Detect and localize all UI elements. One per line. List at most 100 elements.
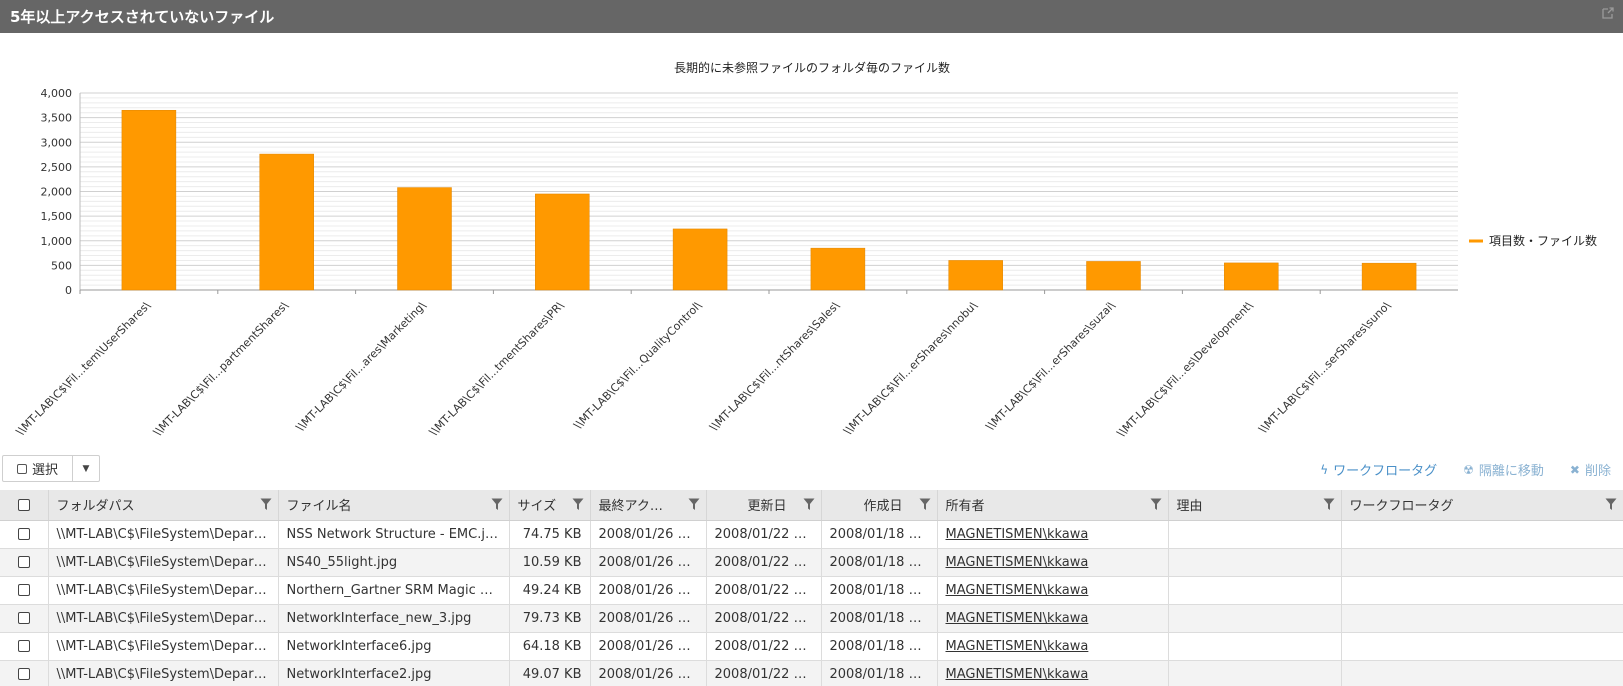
bar[interactable] — [1361, 262, 1417, 291]
filter-icon[interactable] — [572, 498, 584, 511]
header-created[interactable]: 作成日 — [821, 490, 938, 521]
cell-workflow-tag — [1341, 520, 1623, 549]
cell-reason — [1168, 604, 1342, 633]
filter-icon[interactable] — [1150, 498, 1162, 511]
export-icon[interactable] — [1601, 6, 1615, 20]
table-row[interactable]: \\MT-LAB\C$\FileSystem\Departme... NS40_5… — [0, 548, 1623, 577]
cell-last-access: 2008/01/26 15:50 — [590, 548, 707, 577]
cell-workflow-tag — [1341, 576, 1623, 605]
file-table: フォルダパス ファイル名 サイズ 最終アク… 更新日 作成日 所有者 理由 ワー… — [0, 490, 1623, 686]
cell-size: 74.75 KB — [509, 520, 591, 549]
y-tick-label: 4,000 — [41, 87, 73, 100]
cell-reason — [1168, 548, 1342, 577]
select-dropdown[interactable]: ▼ — [73, 456, 99, 481]
header-reason[interactable]: 理由 — [1168, 490, 1342, 521]
row-checkbox[interactable] — [0, 660, 49, 686]
x-tick-label: \\MT-LAB\C$\Fil...ares\Marketing\ — [294, 299, 429, 434]
bar[interactable] — [672, 228, 728, 291]
owner-link[interactable]: MAGNETISMEN\kkawa — [946, 527, 1089, 542]
row-checkbox[interactable] — [0, 520, 49, 549]
checkbox-icon — [17, 640, 30, 652]
bar[interactable] — [810, 247, 866, 291]
bar[interactable] — [1224, 262, 1279, 291]
cell-owner: MAGNETISMEN\kkawa — [937, 548, 1169, 577]
owner-link[interactable]: MAGNETISMEN\kkawa — [946, 611, 1089, 626]
cell-size: 10.59 KB — [509, 548, 591, 577]
lightning-icon: ϟ — [1320, 462, 1329, 477]
row-checkbox[interactable] — [0, 548, 49, 577]
bar[interactable] — [948, 260, 1003, 291]
cell-modified: 2008/01/22 18:38 — [706, 660, 822, 686]
checkbox-icon — [17, 498, 30, 511]
cell-reason — [1168, 520, 1342, 549]
x-tick-label: \\MT-LAB\C$\Fil...ntShares\Sales\ — [707, 299, 842, 434]
chart-title: 長期的に未参照ファイルのフォルダ毎のファイル数 — [674, 60, 950, 75]
cell-folder-path: \\MT-LAB\C$\FileSystem\Departme... — [48, 520, 279, 549]
header-modified[interactable]: 更新日 — [706, 490, 822, 521]
owner-link[interactable]: MAGNETISMEN\kkawa — [946, 667, 1089, 682]
cell-modified: 2008/01/22 18:38 — [706, 548, 822, 577]
cell-workflow-tag — [1341, 660, 1623, 686]
table-row[interactable]: \\MT-LAB\C$\FileSystem\Departme... Networ… — [0, 660, 1623, 686]
header-owner[interactable]: 所有者 — [937, 490, 1169, 521]
checkbox-icon — [17, 528, 30, 540]
header-folder-path[interactable]: フォルダパス — [48, 490, 279, 521]
cell-created: 2008/01/18 21:21 — [821, 632, 938, 661]
filter-icon[interactable] — [1605, 498, 1617, 511]
checkbox-icon — [17, 584, 30, 596]
cell-file-name: NetworkInterface6.jpg — [278, 632, 510, 661]
y-tick-label: 0 — [65, 284, 72, 297]
panel-header: 5年以上アクセスされていないファイル — [0, 0, 1623, 33]
cell-folder-path: \\MT-LAB\C$\FileSystem\Departme... — [48, 548, 279, 577]
workflow-tag-label: ワークフロータグ — [1333, 464, 1438, 479]
owner-link[interactable]: MAGNETISMEN\kkawa — [946, 583, 1089, 598]
x-tick-label: \\MT-LAB\C$\Fil...erShares\suzai\ — [983, 299, 1117, 433]
y-tick-label: 3,500 — [41, 112, 73, 125]
table-row[interactable]: \\MT-LAB\C$\FileSystem\Departme... Northe… — [0, 576, 1623, 605]
bar[interactable] — [259, 153, 314, 291]
filter-icon[interactable] — [1323, 498, 1335, 511]
select-button[interactable]: 選択 ▼ — [2, 455, 100, 482]
header-last-access[interactable]: 最終アク… — [590, 490, 707, 521]
header-size[interactable]: サイズ — [509, 490, 591, 521]
table-row[interactable]: \\MT-LAB\C$\FileSystem\Departme... Networ… — [0, 604, 1623, 633]
filter-icon[interactable] — [491, 498, 503, 511]
select-main[interactable]: 選択 — [3, 456, 73, 481]
filter-icon[interactable] — [260, 498, 272, 511]
row-checkbox[interactable] — [0, 632, 49, 661]
filter-icon[interactable] — [803, 498, 815, 511]
bar[interactable] — [121, 109, 177, 291]
filter-icon[interactable] — [919, 498, 931, 511]
x-tick-label: \\MT-LAB\C$\Fil...partmentShares\ — [151, 299, 291, 439]
cell-reason — [1168, 660, 1342, 686]
select-all-checkbox[interactable] — [0, 490, 49, 521]
cell-size: 64.18 KB — [509, 632, 591, 661]
x-tick-label: \\MT-LAB\C$\Fil...erShares\nnobu\ — [841, 299, 980, 438]
row-checkbox[interactable] — [0, 604, 49, 633]
cell-workflow-tag — [1341, 604, 1623, 633]
cell-owner: MAGNETISMEN\kkawa — [937, 632, 1169, 661]
bar[interactable] — [1086, 261, 1141, 291]
table-row[interactable]: \\MT-LAB\C$\FileSystem\Departme... NSS Ne… — [0, 520, 1623, 549]
cell-file-name: NetworkInterface_new_3.jpg — [278, 604, 510, 633]
cell-modified: 2008/01/22 18:38 — [706, 520, 822, 549]
cell-last-access: 2008/01/26 15:50 — [590, 632, 707, 661]
bar[interactable] — [535, 193, 590, 291]
header-workflow-tag[interactable]: ワークフロータグ — [1341, 490, 1623, 521]
x-tick-label: \\MT-LAB\C$\Fil...QualityControl\ — [571, 299, 704, 432]
y-tick-label: 2,000 — [41, 186, 73, 199]
workflow-tag-button[interactable]: ϟ ワークフロータグ — [1320, 460, 1438, 480]
header-file-name[interactable]: ファイル名 — [278, 490, 510, 521]
owner-link[interactable]: MAGNETISMEN\kkawa — [946, 555, 1089, 570]
filter-icon[interactable] — [688, 498, 700, 511]
x-tick-label: \\MT-LAB\C$\Fil...tmentShares\PR\ — [427, 299, 567, 439]
legend-label[interactable]: 項目数・ファイル数 — [1489, 233, 1597, 248]
cell-folder-path: \\MT-LAB\C$\FileSystem\Departme... — [48, 632, 279, 661]
y-tick-label: 3,000 — [41, 136, 73, 149]
owner-link[interactable]: MAGNETISMEN\kkawa — [946, 639, 1089, 654]
row-checkbox[interactable] — [0, 576, 49, 605]
delete-button[interactable]: ✖ 削除 — [1570, 460, 1611, 480]
bar[interactable] — [397, 187, 452, 291]
quarantine-button[interactable]: ☢ 隔離に移動 — [1463, 460, 1544, 480]
table-row[interactable]: \\MT-LAB\C$\FileSystem\Departme... Networ… — [0, 632, 1623, 661]
